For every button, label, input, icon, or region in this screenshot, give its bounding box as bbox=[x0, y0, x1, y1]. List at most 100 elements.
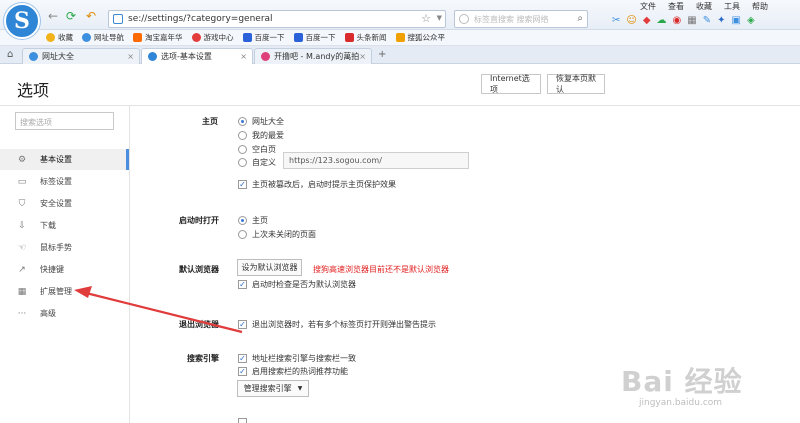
homepage-option-favorite[interactable]: 我的最爱 bbox=[238, 130, 284, 141]
checkbox-checked[interactable]: ✓ bbox=[238, 354, 247, 363]
internet-options-button[interactable]: Internet选项 bbox=[481, 74, 541, 94]
tab-label: 开撸吧 - M.andy的萬拍 bbox=[274, 52, 360, 61]
radio-button[interactable] bbox=[238, 216, 247, 225]
mouse-gesture-icon: ☜ bbox=[17, 242, 27, 253]
option-label: 自定义 bbox=[252, 158, 276, 167]
menu-tools[interactable]: 工具 bbox=[724, 1, 740, 12]
menu-favorites[interactable]: 收藏 bbox=[696, 1, 712, 12]
refresh-icon[interactable]: ⟳ bbox=[66, 10, 76, 22]
radio-button[interactable] bbox=[238, 117, 247, 126]
search-engine-icon bbox=[459, 14, 469, 24]
manage-search-engines-button[interactable]: 管理搜索引擎 ▼ bbox=[237, 380, 309, 397]
sidebar-item-basic[interactable]: ⚙ 基本设置 bbox=[0, 149, 129, 170]
sogou-logo-icon[interactable]: S bbox=[4, 3, 40, 39]
search-placeholder: 搜索选项 bbox=[20, 118, 52, 127]
fav-label: 搜狐公众平 bbox=[407, 33, 446, 42]
fav-label: 游戏中心 bbox=[203, 33, 234, 42]
settings-search-input[interactable]: 搜索选项 bbox=[15, 112, 114, 130]
home-icon[interactable]: ⌂ bbox=[7, 49, 13, 60]
close-icon[interactable]: × bbox=[240, 52, 247, 61]
exit-warning-option[interactable]: ✓ 退出浏览器时，若有多个标签页打开则弹出警告提示 bbox=[238, 319, 436, 330]
custom-url-field[interactable]: https://123.sogou.com/ bbox=[283, 152, 469, 169]
search-engine-section-title: 搜索引擎 bbox=[187, 354, 219, 363]
tab-kailu[interactable]: 开撸吧 - M.andy的萬拍 × bbox=[254, 48, 372, 64]
menu-file[interactable]: 文件 bbox=[640, 1, 656, 12]
sidebar-item-mouse-gestures[interactable]: ☜ 鼠标手势 bbox=[0, 237, 129, 258]
tab-settings[interactable]: 选项-基本设置 × bbox=[141, 48, 253, 64]
new-tab-icon[interactable]: + bbox=[378, 49, 386, 60]
sidebar-item-label: 下载 bbox=[40, 221, 56, 230]
fav-item-sohu[interactable]: 搜狐公众平 bbox=[395, 32, 446, 43]
radio-button[interactable] bbox=[238, 131, 247, 140]
search-box[interactable]: 标签直搜索 搜索网络 ⌕ bbox=[454, 10, 588, 28]
download-icon: ⇩ bbox=[18, 220, 26, 231]
search-icon[interactable]: ⌕ bbox=[577, 13, 583, 24]
fav-item-news[interactable]: 头条新闻 bbox=[344, 32, 387, 43]
toolbar-icons: ✂ ☺ ◆ ☁ ◉ ▦ ✎ ✦ ▣ ◈ bbox=[612, 15, 755, 26]
back-icon[interactable]: ← bbox=[48, 10, 58, 22]
tab-nav[interactable]: 网址大全 × bbox=[22, 48, 140, 64]
fav-item-favorites[interactable]: 收藏 bbox=[46, 32, 73, 43]
undo-icon[interactable]: ↶ bbox=[86, 10, 96, 22]
sidebar-item-label: 标签设置 bbox=[40, 177, 72, 186]
homepage-option-nav[interactable]: 网址大全 bbox=[238, 116, 284, 127]
grid-icon[interactable]: ▦ bbox=[687, 15, 696, 26]
sidebar-item-shortcuts[interactable]: ↗ 快捷键 bbox=[0, 259, 129, 280]
menu-help[interactable]: 帮助 bbox=[752, 1, 768, 12]
sidebar-item-extensions[interactable]: ▦ 扩展管理 bbox=[0, 281, 129, 302]
startup-option-last-session[interactable]: 上次未关闭的页面 bbox=[238, 229, 316, 240]
fav-item-baidu-1[interactable]: 百度一下 bbox=[242, 32, 285, 43]
address-bar[interactable]: se://settings/?category=general ☆ ▼ bbox=[108, 10, 446, 28]
check-default-browser-option[interactable]: ✓ 启动时检查是否为默认浏览器 bbox=[238, 279, 356, 290]
address-url: se://settings/?category=general bbox=[128, 14, 273, 24]
more-icon: ··· bbox=[17, 308, 27, 319]
close-icon[interactable]: × bbox=[359, 52, 366, 61]
sidebar-item-label: 高级 bbox=[40, 309, 56, 318]
homepage-option-blank[interactable]: 空白页 bbox=[238, 144, 276, 155]
chevron-down-icon[interactable]: ▼ bbox=[437, 14, 442, 22]
radio-button[interactable] bbox=[238, 230, 247, 239]
option-label: 上次未关闭的页面 bbox=[252, 230, 316, 239]
star-icon[interactable]: ☆ bbox=[421, 12, 431, 25]
checkbox-partial[interactable] bbox=[238, 418, 247, 423]
safety-icon[interactable]: ◈ bbox=[747, 15, 755, 26]
puzzle-icon[interactable]: ✦ bbox=[717, 15, 725, 26]
checkbox-checked[interactable]: ✓ bbox=[238, 320, 247, 329]
sidebar-item-tabs[interactable]: ▭ 标签设置 bbox=[0, 171, 129, 192]
sidebar-item-security[interactable]: ⛉ 安全设置 bbox=[0, 193, 129, 214]
scissors-icon[interactable]: ✂ bbox=[612, 15, 620, 26]
fav-item-baidu-2[interactable]: 百度一下 bbox=[293, 32, 336, 43]
cloud-icon[interactable]: ☁ bbox=[657, 15, 667, 26]
button-label: 管理搜索引擎 bbox=[243, 384, 292, 393]
game-icon[interactable]: ◆ bbox=[643, 15, 651, 26]
startup-option-home[interactable]: 主页 bbox=[238, 215, 268, 226]
radio-button[interactable] bbox=[238, 145, 247, 154]
fav-label: 百度一下 bbox=[254, 33, 285, 42]
sidebar-item-download[interactable]: ⇩ 下载 bbox=[0, 215, 129, 236]
option-label: 空白页 bbox=[252, 145, 276, 154]
fav-item-nav[interactable]: 网址导航 bbox=[82, 32, 124, 43]
fav-item-games[interactable]: 游戏中心 bbox=[191, 32, 234, 43]
set-default-browser-button[interactable]: 设为默认浏览器 bbox=[237, 259, 302, 276]
user-icon[interactable]: ☺ bbox=[626, 15, 636, 26]
window-icon[interactable]: ▣ bbox=[732, 15, 741, 26]
menu-view[interactable]: 查看 bbox=[668, 1, 684, 12]
fav-item-taobao[interactable]: 淘宝嘉年华 bbox=[133, 32, 183, 43]
restore-defaults-button[interactable]: 恢复本页默认 bbox=[547, 74, 605, 94]
sidebar-item-advanced[interactable]: ··· 高级 bbox=[0, 303, 129, 324]
fav-label: 头条新闻 bbox=[356, 33, 387, 42]
homepage-protect-option[interactable]: ✓ 主页被篡改后，启动时提示主页保护效果 bbox=[238, 179, 396, 190]
checkbox-checked[interactable]: ✓ bbox=[238, 280, 247, 289]
hot-words-option[interactable]: ✓ 启用搜索栏的热词推荐功能 bbox=[238, 366, 348, 377]
radio-button[interactable] bbox=[238, 158, 247, 167]
wrench-icon[interactable]: ✎ bbox=[703, 15, 711, 26]
homepage-option-custom[interactable]: 自定义 bbox=[238, 157, 276, 168]
weibo-icon[interactable]: ◉ bbox=[673, 15, 682, 26]
baidu-icon bbox=[242, 33, 252, 42]
news-icon bbox=[344, 33, 354, 42]
search-engine-sync-option[interactable]: ✓ 地址栏搜索引擎与搜索栏一致 bbox=[238, 353, 356, 364]
checkbox-checked[interactable]: ✓ bbox=[238, 180, 247, 189]
checkbox-checked[interactable]: ✓ bbox=[238, 367, 247, 376]
close-icon[interactable]: × bbox=[127, 52, 134, 61]
option-label: 我的最爱 bbox=[252, 131, 284, 140]
